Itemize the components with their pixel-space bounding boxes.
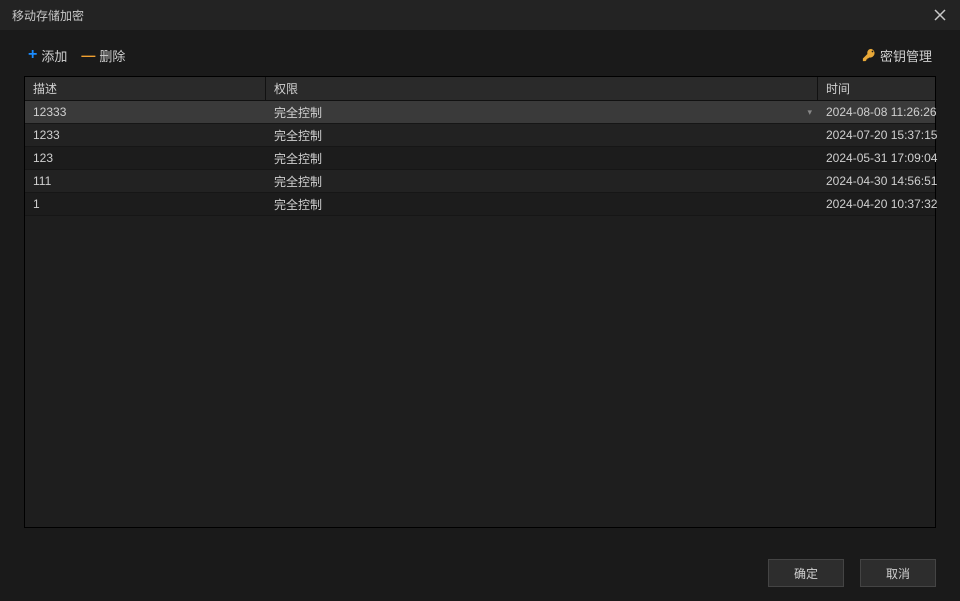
cell-time: 2024-07-20 15:37:15 [818,124,935,146]
table-row[interactable]: 111完全控制2024-04-30 14:56:51 [25,170,935,193]
th-time[interactable]: 时间 [818,77,935,100]
table-row[interactable]: 1233完全控制2024-07-20 15:37:15 [25,124,935,147]
table-header: 描述 权限 时间 [25,77,935,101]
cell-time: 2024-04-20 10:37:32 [818,193,935,215]
titlebar: 移动存储加密 [0,0,960,30]
plus-icon: + [28,47,37,63]
add-button[interactable]: + 添加 [28,46,67,65]
th-perm[interactable]: 权限 [266,77,818,100]
key-mgmt-label: 密钥管理 [880,46,932,65]
table-body: 12333完全控制▾2024-08-08 11:26:261233完全控制202… [25,101,935,216]
footer: 确定 取消 [768,559,936,587]
cell-time: 2024-05-31 17:09:04 [818,147,935,169]
th-desc[interactable]: 描述 [25,77,266,100]
close-button[interactable] [930,5,950,25]
toolbar: + 添加 — 删除 密钥管理 [0,30,960,66]
cell-perm: 完全控制 [266,170,818,192]
table-row[interactable]: 123完全控制2024-05-31 17:09:04 [25,147,935,170]
cell-perm: 完全控制 [266,193,818,215]
chevron-down-icon: ▾ [807,107,812,118]
toolbar-right: 密钥管理 [862,46,932,65]
table-row[interactable]: 12333完全控制▾2024-08-08 11:26:26 [25,101,935,124]
key-icon [862,48,876,62]
close-icon [934,9,946,21]
cell-desc: 1233 [25,124,266,146]
toolbar-left: + 添加 — 删除 [28,46,125,65]
delete-button[interactable]: — 删除 [81,46,125,65]
cell-time: 2024-08-08 11:26:26 [818,101,935,123]
cancel-button[interactable]: 取消 [860,559,936,587]
cell-time: 2024-04-30 14:56:51 [818,170,935,192]
cell-desc: 1 [25,193,266,215]
delete-label: 删除 [99,46,125,65]
window-title: 移动存储加密 [12,7,84,24]
cell-perm[interactable]: 完全控制▾ [266,101,818,123]
table-row[interactable]: 1完全控制2024-04-20 10:37:32 [25,193,935,216]
cell-desc: 123 [25,147,266,169]
cell-perm: 完全控制 [266,124,818,146]
table: 描述 权限 时间 12333完全控制▾2024-08-08 11:26:2612… [24,76,936,528]
ok-button[interactable]: 确定 [768,559,844,587]
cell-desc: 111 [25,170,266,192]
key-mgmt-button[interactable]: 密钥管理 [862,46,932,65]
cell-desc: 12333 [25,101,266,123]
cell-perm: 完全控制 [266,147,818,169]
add-label: 添加 [41,46,67,65]
minus-icon: — [81,48,95,62]
